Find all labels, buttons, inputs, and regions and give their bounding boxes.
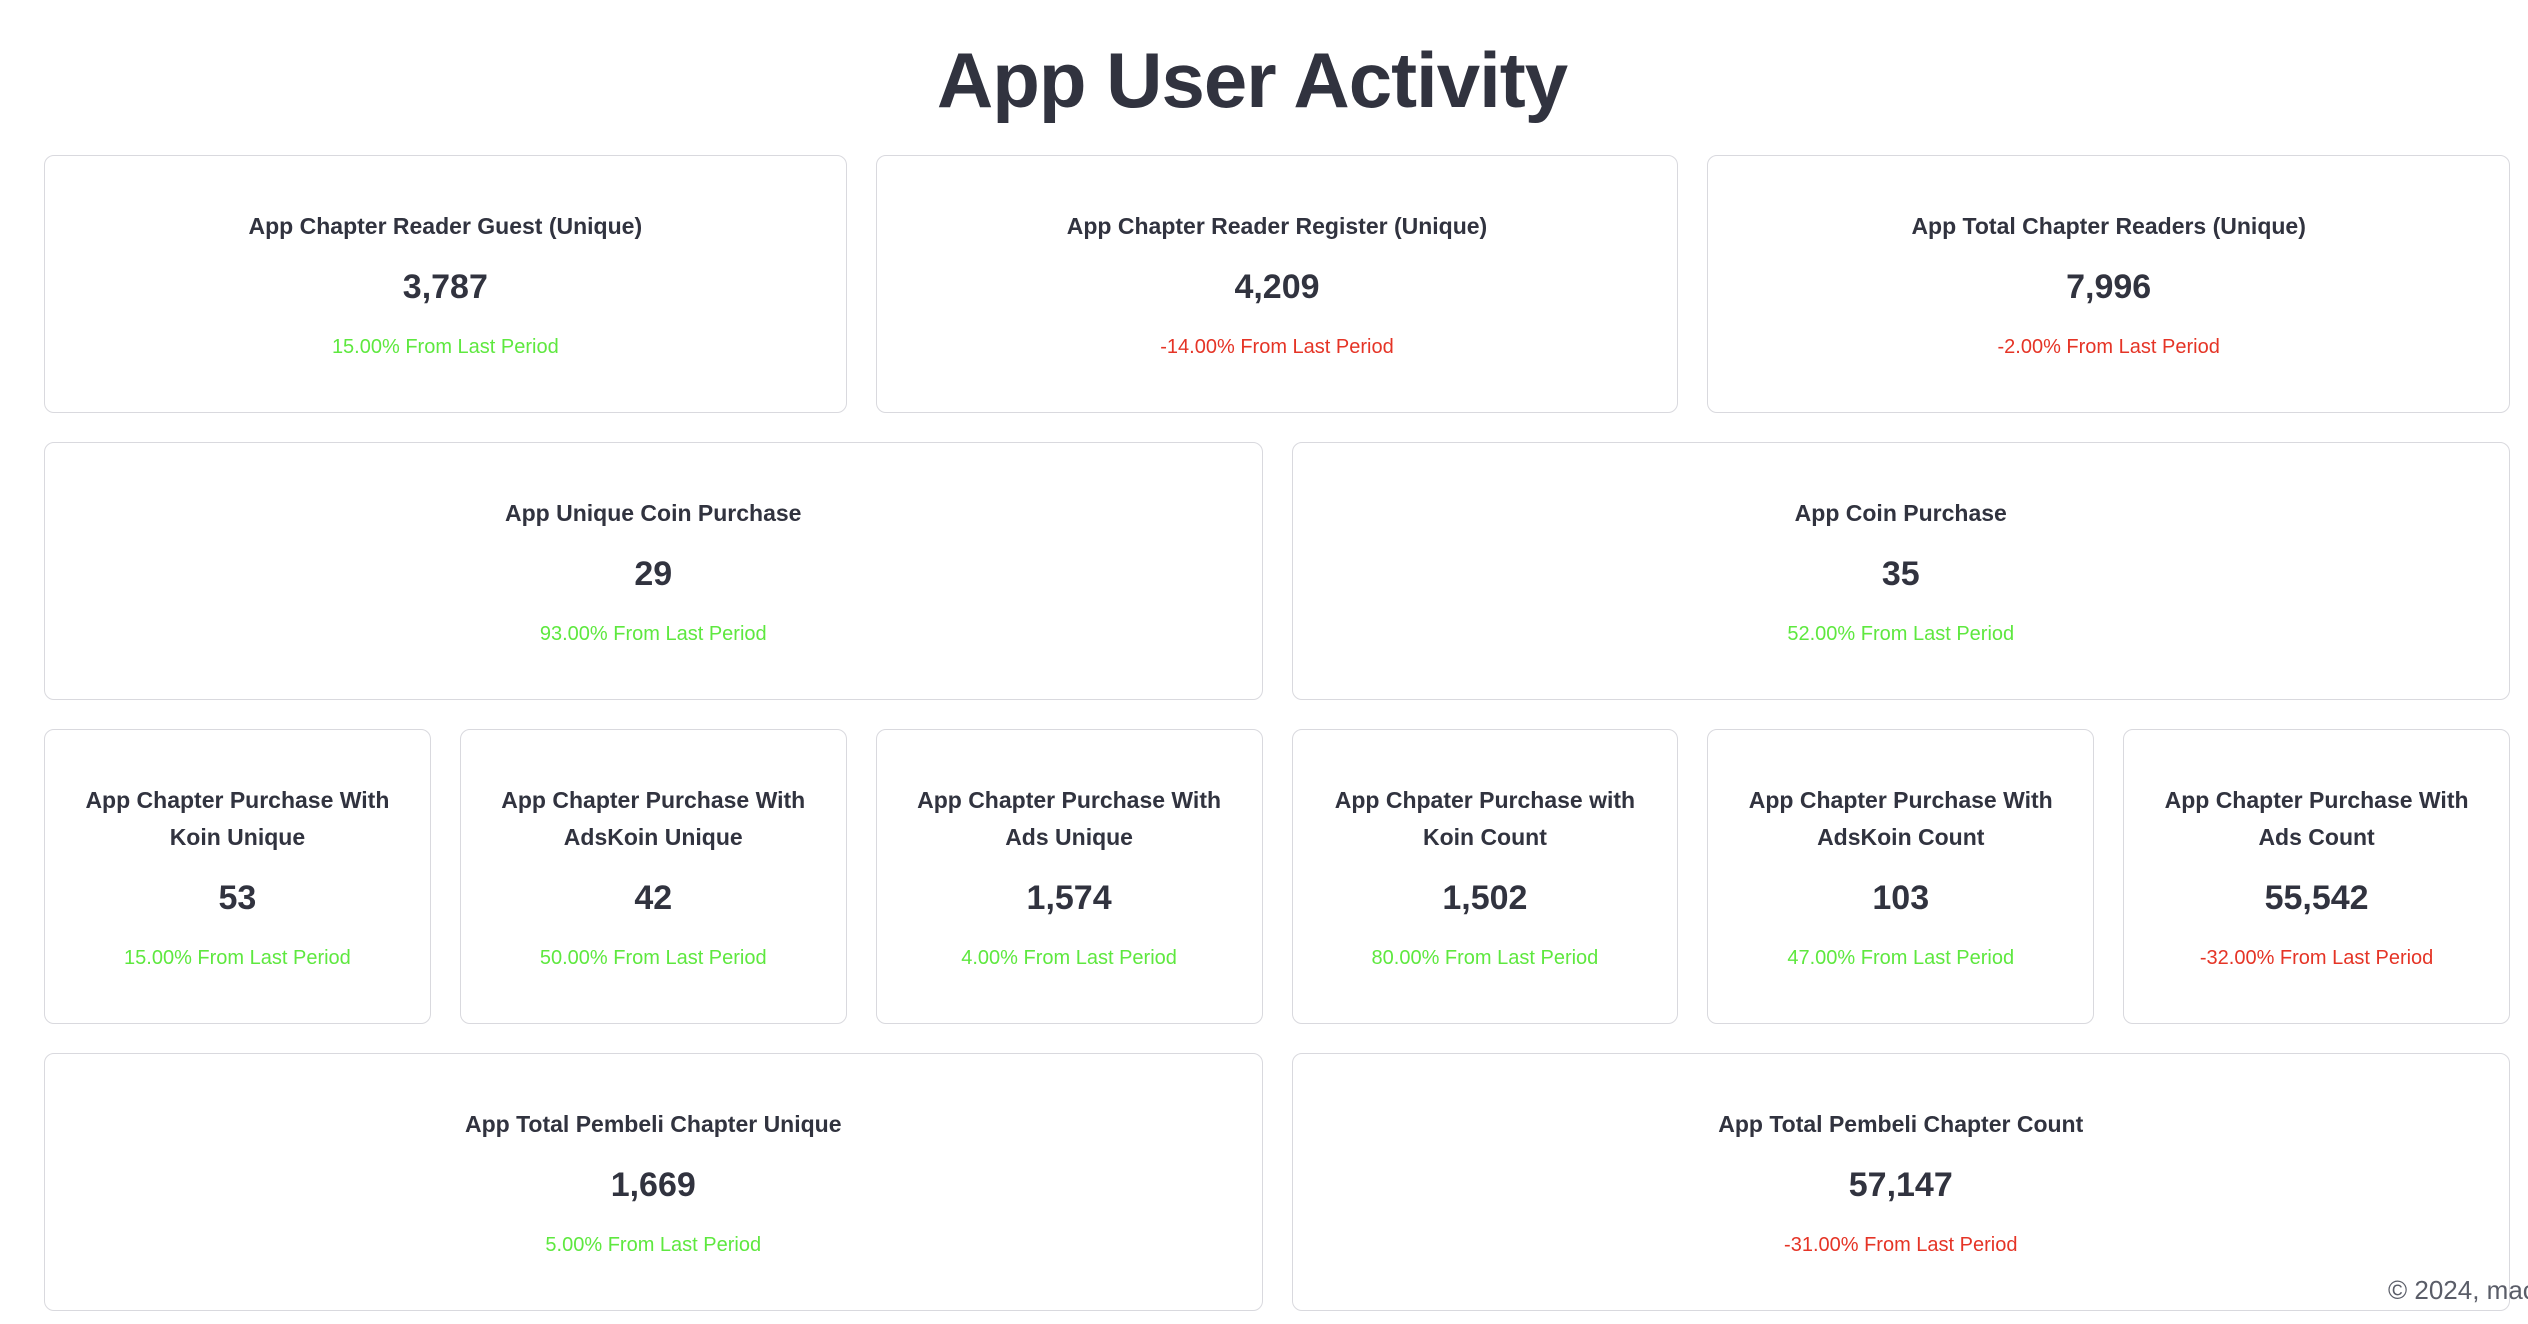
metric-card-total-readers: App Total Chapter Readers (Unique) 7,996… <box>1707 155 2510 413</box>
metrics-row-chapter-purchase: App Chapter Purchase With Koin Unique 53… <box>44 729 2510 1024</box>
metric-title: App Chapter Reader Guest (Unique) <box>248 212 643 239</box>
metric-value: 1,669 <box>610 1165 696 1204</box>
metric-title: App Unique Coin Purchase <box>505 499 802 526</box>
metric-value: 29 <box>634 554 673 593</box>
metric-change: 47.00% From Last Period <box>1787 946 2015 969</box>
metric-value: 1,502 <box>1442 878 1528 917</box>
metric-title: App Chapter Purchase With Ads Unique <box>917 786 1222 850</box>
metric-change: 4.00% From Last Period <box>961 946 1177 969</box>
metric-card-total-buyer-unique: App Total Pembeli Chapter Unique 1,669 5… <box>44 1053 1263 1311</box>
metric-change: -31.00% From Last Period <box>1784 1233 2018 1256</box>
metric-value: 42 <box>634 878 673 917</box>
metric-value: 103 <box>1872 878 1930 917</box>
metric-card-purchase-koin-unique: App Chapter Purchase With Koin Unique 53… <box>44 729 431 1024</box>
metric-value: 4,209 <box>1234 267 1320 306</box>
metric-value: 3,787 <box>402 267 488 306</box>
metric-value: 57,147 <box>1848 1165 1953 1204</box>
metric-change: -2.00% From Last Period <box>1997 335 2220 358</box>
metric-card-purchase-ads-unique: App Chapter Purchase With Ads Unique 1,5… <box>875 729 1263 1024</box>
metric-title: App Chapter Purchase With Koin Unique <box>85 786 390 850</box>
metric-card-purchase-adskoin-unique: App Chapter Purchase With AdsKoin Unique… <box>459 729 847 1024</box>
page-title: App User Activity <box>936 36 1568 124</box>
metric-title: App Total Chapter Readers (Unique) <box>1911 212 2306 239</box>
metric-change: 5.00% From Last Period <box>545 1233 762 1256</box>
metric-card-purchase-adskoin-count: App Chapter Purchase With AdsKoin Count … <box>1707 729 2095 1024</box>
metric-title: App Chapter Purchase With AdsKoin Unique <box>501 786 806 850</box>
metric-title: App Total Pembeli Chapter Unique <box>464 1110 842 1137</box>
metric-change: -32.00% From Last Period <box>2199 946 2434 969</box>
metrics-row-coin-purchase: App Unique Coin Purchase 29 93.00% From … <box>44 442 2510 700</box>
metric-change: 52.00% From Last Period <box>1787 622 2015 645</box>
metric-title: App Chapter Reader Register (Unique) <box>1066 212 1488 239</box>
metric-card-reader-guest: App Chapter Reader Guest (Unique) 3,787 … <box>44 155 847 413</box>
metric-value: 35 <box>1881 554 1920 593</box>
metric-title: App Coin Purchase <box>1794 499 2007 526</box>
metric-change: 50.00% From Last Period <box>539 946 767 969</box>
metric-card-reader-register: App Chapter Reader Register (Unique) 4,2… <box>875 155 1679 413</box>
metric-card-unique-coin-purchase: App Unique Coin Purchase 29 93.00% From … <box>44 442 1263 700</box>
metric-value: 7,996 <box>2066 267 2152 306</box>
footer-copyright: © 2024, mac <box>2388 1275 2528 1305</box>
metric-change: 93.00% From Last Period <box>539 622 767 645</box>
metric-change: -14.00% From Last Period <box>1160 335 1394 358</box>
metric-value: 1,574 <box>1026 878 1112 917</box>
metrics-row-total-buyers: App Total Pembeli Chapter Unique 1,669 5… <box>44 1053 2510 1311</box>
metric-card-total-buyer-count: App Total Pembeli Chapter Count 57,147 -… <box>1291 1053 2510 1311</box>
metric-title: App Chapter Purchase With AdsKoin Count <box>1748 786 2053 850</box>
metric-title: App Chpater Purchase with Koin Count <box>1334 786 1636 850</box>
metric-card-purchase-ads-count: App Chapter Purchase With Ads Count 55,5… <box>2123 729 2510 1024</box>
metric-change: 15.00% From Last Period <box>331 335 559 358</box>
metric-title: App Chapter Purchase With Ads Count <box>2164 786 2469 850</box>
metric-value: 53 <box>218 878 257 917</box>
metric-title: App Total Pembeli Chapter Count <box>1718 1110 2084 1137</box>
metric-card-coin-purchase: App Coin Purchase 35 52.00% From Last Pe… <box>1291 442 2510 700</box>
dashboard-page: App User Activity App Chapter Reader Gue… <box>0 0 2528 1324</box>
metric-change: 80.00% From Last Period <box>1371 946 1599 969</box>
metric-value: 55,542 <box>2264 878 2369 917</box>
metrics-row-readers: App Chapter Reader Guest (Unique) 3,787 … <box>44 155 2510 413</box>
metric-change: 15.00% From Last Period <box>124 946 351 969</box>
metric-card-purchase-koin-count: App Chpater Purchase with Koin Count 1,5… <box>1291 729 1679 1024</box>
